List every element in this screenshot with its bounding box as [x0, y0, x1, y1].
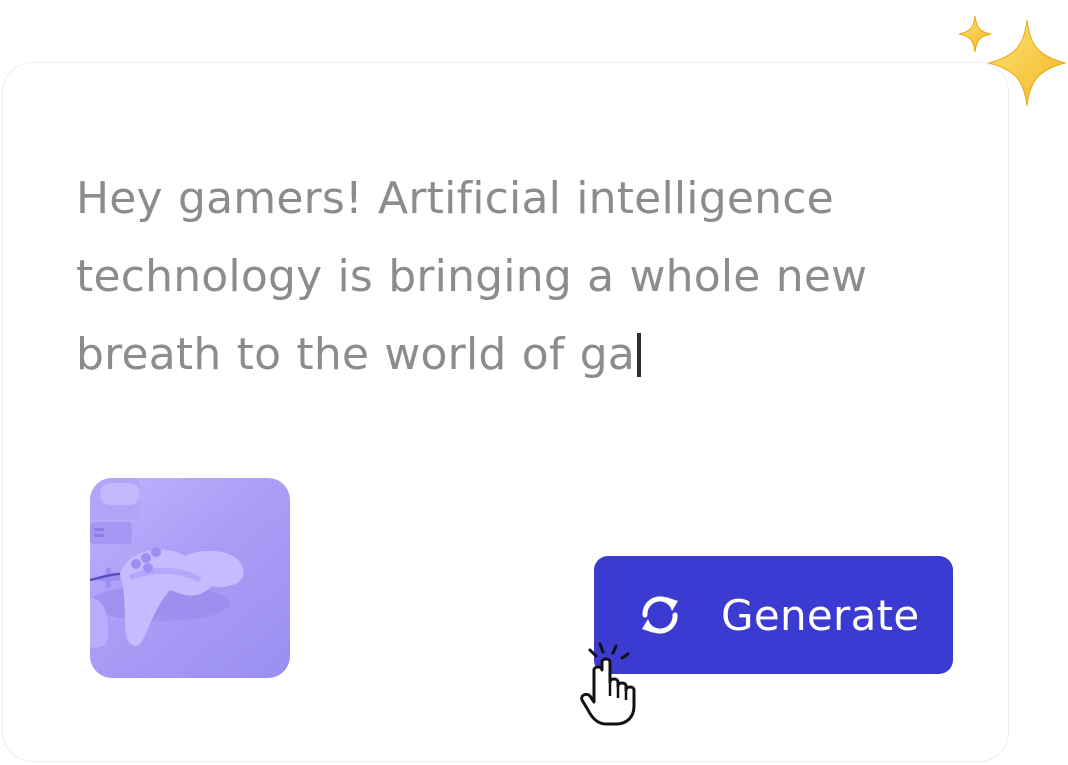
game-controller-image — [90, 478, 244, 648]
prompt-text: Hey gamers! Artificial intelligence tech… — [76, 173, 868, 380]
prompt-textarea[interactable]: Hey gamers! Artificial intelligence tech… — [76, 160, 956, 394]
thumbnail-image[interactable] — [90, 478, 290, 678]
stage: Hey gamers! Artificial intelligence tech… — [0, 0, 1068, 765]
text-caret — [637, 333, 641, 377]
generate-button-label: Generate — [721, 590, 920, 640]
refresh-icon — [642, 596, 678, 634]
hand-pointer-icon — [580, 642, 636, 726]
